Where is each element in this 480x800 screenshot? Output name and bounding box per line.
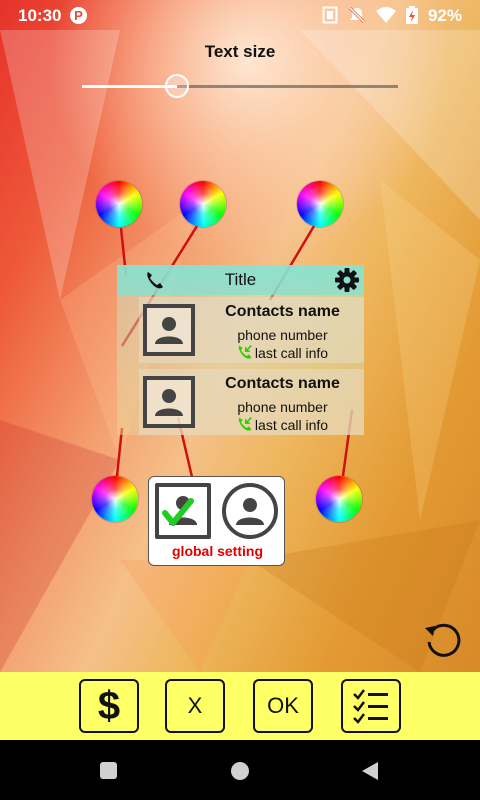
status-time: 10:30 bbox=[18, 6, 62, 25]
call-received-icon bbox=[238, 417, 252, 431]
person-icon bbox=[155, 389, 183, 416]
home-button[interactable] bbox=[231, 762, 249, 780]
widget-title: Title bbox=[224, 270, 257, 289]
donate-button[interactable]: $ bbox=[79, 679, 139, 733]
call-info-text: last call info bbox=[254, 417, 329, 433]
recent-apps-button[interactable] bbox=[100, 762, 117, 779]
battery-charging-icon bbox=[406, 6, 418, 24]
system-navigation-bar bbox=[0, 740, 480, 800]
text-size-slider[interactable] bbox=[82, 85, 398, 88]
person-check-icon bbox=[162, 496, 197, 526]
wifi-icon bbox=[376, 7, 396, 23]
round-avatar-option[interactable] bbox=[222, 483, 278, 539]
square-avatar-option[interactable] bbox=[155, 483, 211, 539]
global-setting-label: global setting bbox=[172, 543, 263, 559]
color-picker-header-background[interactable] bbox=[96, 181, 142, 227]
contact-row[interactable]: Contacts name phone number last call inf… bbox=[139, 369, 364, 435]
contact-call-info: last call info bbox=[201, 416, 364, 433]
contact-row[interactable]: Contacts name phone number last call inf… bbox=[139, 297, 364, 363]
checklist-button[interactable] bbox=[341, 679, 401, 733]
vibrate-icon bbox=[322, 6, 338, 24]
battery-percentage: 92% bbox=[427, 6, 462, 25]
color-picker-row-background[interactable] bbox=[180, 181, 226, 227]
contact-phone: phone number bbox=[237, 327, 328, 343]
contact-avatar bbox=[143, 304, 195, 356]
cancel-button[interactable]: X bbox=[165, 679, 225, 733]
back-button[interactable] bbox=[360, 760, 380, 782]
color-picker-name-text[interactable] bbox=[297, 181, 343, 227]
person-circle-icon bbox=[236, 498, 264, 525]
widget-preview: Title Contacts name phone number last ca… bbox=[117, 265, 364, 435]
contact-call-info: last call info bbox=[201, 344, 364, 361]
contact-phone: phone number bbox=[237, 399, 328, 415]
call-received-icon bbox=[238, 345, 252, 359]
contact-avatar bbox=[143, 376, 195, 428]
color-picker-widget-background[interactable] bbox=[92, 476, 138, 522]
text-size-slider-thumb[interactable] bbox=[164, 74, 189, 98]
text-size-title: Text size bbox=[204, 42, 276, 61]
color-picker-info-text[interactable] bbox=[316, 476, 362, 522]
gear-icon[interactable] bbox=[334, 267, 360, 293]
reset-icon[interactable] bbox=[421, 618, 465, 662]
notifications-off-icon bbox=[348, 6, 366, 24]
global-setting-panel: global setting bbox=[148, 476, 285, 566]
ok-button[interactable]: OK bbox=[253, 679, 313, 733]
bottom-toolbar: $ X OK bbox=[0, 672, 480, 740]
checklist-icon bbox=[353, 689, 388, 724]
status-bar: 10:30 P 92% bbox=[0, 0, 480, 32]
contact-name: Contacts name bbox=[225, 303, 340, 320]
status-icons bbox=[322, 6, 418, 24]
contact-name: Contacts name bbox=[225, 375, 340, 392]
person-icon bbox=[155, 317, 183, 344]
notification-app-icon: P bbox=[70, 7, 87, 24]
call-info-text: last call info bbox=[254, 345, 329, 361]
widget-header[interactable]: Title bbox=[117, 265, 364, 295]
